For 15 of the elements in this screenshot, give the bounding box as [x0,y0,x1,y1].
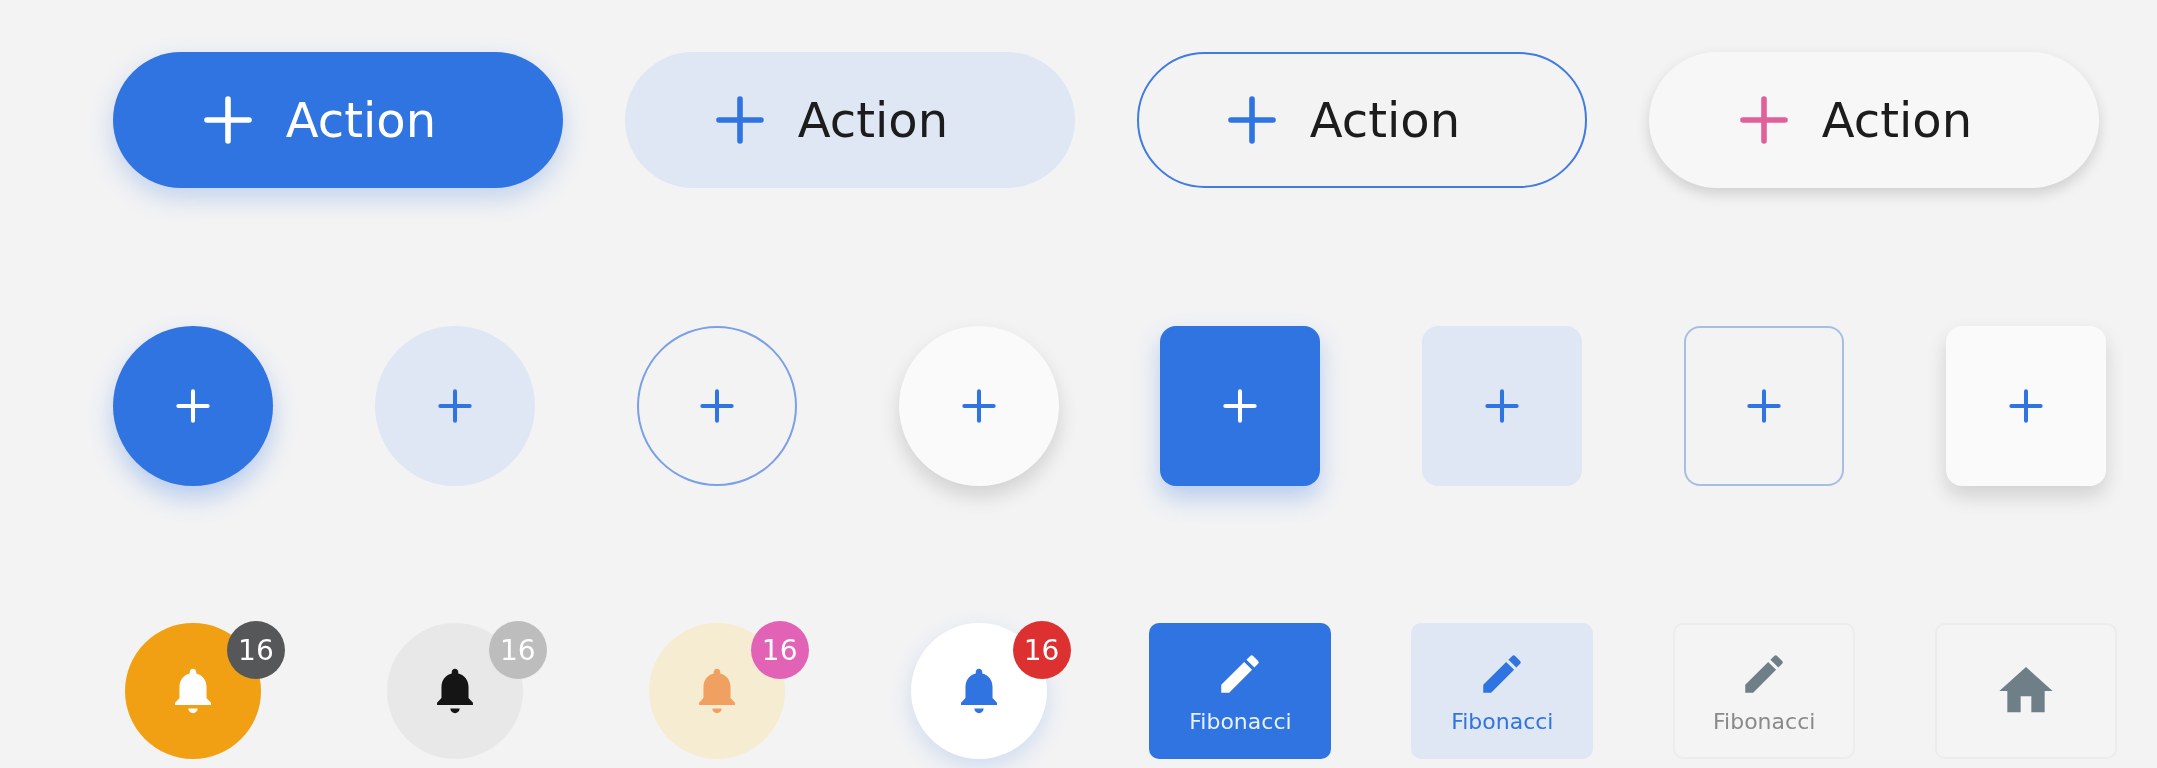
tile-button[interactable]: Fibonacci [1411,623,1594,759]
add-button[interactable] [1160,326,1321,486]
action-button[interactable]: Action [1649,52,2099,188]
add-button[interactable] [1684,326,1845,486]
action-button[interactable]: Action [113,52,563,188]
action-button[interactable]: Action [625,52,1075,188]
count-badge: 16 [750,621,809,679]
add-button[interactable] [636,326,797,486]
tile-button[interactable]: Fibonacci [1673,623,1856,759]
count-badge: 16 [226,621,285,679]
tile-button[interactable] [1935,623,2118,759]
count-badge: 16 [1012,621,1071,679]
action-button[interactable]: Action [1137,52,1587,188]
count-badge: 16 [488,621,547,679]
tile-button[interactable]: Fibonacci [1149,623,1332,759]
